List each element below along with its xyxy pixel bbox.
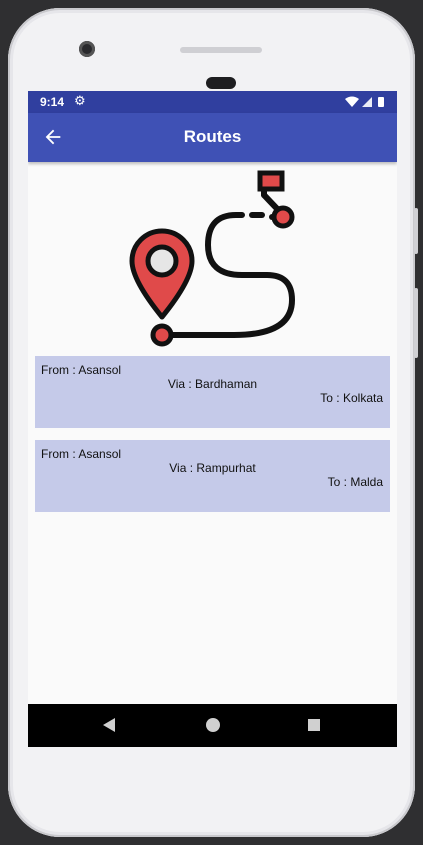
app-screen: 9:14 ⚙ Routes From : Asansol Via : Bardh… — [28, 91, 397, 747]
app-bar: Routes — [28, 113, 397, 162]
status-icons — [345, 96, 384, 107]
proximity-sensor — [206, 77, 236, 89]
nav-recents-icon[interactable] — [308, 719, 320, 731]
route-to: To : Malda — [327, 475, 383, 489]
route-via: Via : Rampurhat — [169, 461, 256, 475]
wifi-icon — [345, 96, 359, 107]
status-time: 9:14 — [40, 95, 65, 109]
navigation-bar — [28, 704, 397, 747]
power-button — [414, 208, 418, 254]
route-to: To : Kolkata — [320, 391, 383, 405]
flag-icon — [257, 170, 285, 192]
signal-icon — [362, 97, 372, 107]
nav-back-icon[interactable] — [103, 718, 115, 732]
page-title: Routes — [183, 127, 242, 146]
status-bar: 9:14 ⚙ — [28, 91, 397, 113]
earpiece-speaker — [180, 47, 262, 53]
location-pin-center — [145, 244, 179, 278]
route-from: From : Asansol — [41, 363, 122, 377]
start-point-icon — [150, 323, 174, 347]
route-card[interactable]: From : Asansol Via : Bardhaman To : Kolk… — [35, 356, 390, 428]
route-via: Via : Bardhaman — [167, 377, 258, 391]
front-camera — [79, 41, 95, 57]
route-card[interactable]: From : Asansol Via : Rampurhat To : Mald… — [35, 440, 390, 512]
gear-icon: ⚙ — [74, 93, 86, 108]
end-point-icon — [271, 205, 295, 229]
route-map-illustration — [129, 170, 296, 347]
volume-button — [414, 288, 418, 358]
battery-icon — [378, 97, 384, 107]
route-from: From : Asansol — [41, 447, 122, 461]
nav-home-icon[interactable] — [206, 718, 220, 732]
